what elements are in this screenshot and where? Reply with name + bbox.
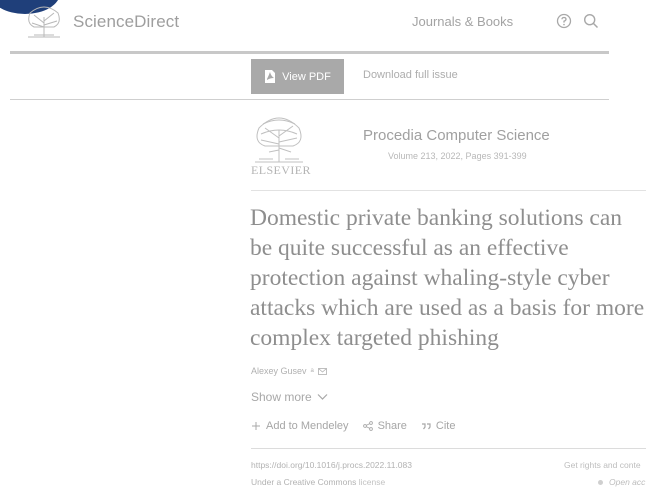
cite-button[interactable]: Cite [421,420,456,432]
brand-name[interactable]: ScienceDirect [73,12,179,32]
article-title: Domestic private banking solutions can b… [250,205,645,351]
show-more-label: Show more [251,390,312,404]
author-affiliation-mark: a [310,368,314,374]
get-rights-link[interactable]: Get rights and conte [564,460,641,470]
elsevier-wordmark: ELSEVIER [251,163,311,177]
journal-volume-info[interactable]: Volume 213, 2022, Pages 391-399 [388,151,527,161]
quote-icon [421,423,431,430]
license-info: Under a Creative Commons license [251,477,385,487]
chevron-down-icon [317,394,328,400]
search-icon[interactable] [583,13,599,29]
journal-divider [251,190,646,191]
nav-journals-books[interactable]: Journals & Books [412,14,513,29]
mail-icon[interactable] [317,367,327,375]
pdf-icon [265,70,276,83]
add-to-mendeley-label: Add to Mendeley [266,420,349,432]
help-icon[interactable] [556,13,572,29]
share-label: Share [377,420,407,432]
open-access-dot-icon [598,480,603,486]
author-entry[interactable]: Alexey Gusev a [251,366,327,376]
author-name: Alexey Gusev [251,366,307,376]
share-icon [362,421,373,431]
toolbar-divider [10,99,609,100]
share-button[interactable]: Share [362,420,407,432]
creative-commons-link[interactable]: Under a Creative Commons [251,477,356,487]
meta-divider [251,448,646,449]
header-divider [10,51,609,54]
view-pdf-button[interactable]: View PDF [251,59,344,94]
elsevier-tree-image[interactable] [251,108,307,164]
doi-link[interactable]: https://doi.org/10.1016/j.procs.2022.11.… [251,460,412,470]
add-to-mendeley-button[interactable]: Add to Mendeley [251,420,349,432]
article-actions: Add to Mendeley Share Cite [251,420,455,432]
plus-icon [252,422,260,430]
cite-label: Cite [435,420,456,432]
open-access-badge: Open acc [598,477,645,487]
elsevier-tree-logo[interactable] [24,3,64,39]
license-suffix: license [358,477,386,487]
view-pdf-label: View PDF [282,70,331,83]
show-more-toggle[interactable]: Show more [251,390,328,404]
journal-title-link[interactable]: Procedia Computer Science [363,127,550,144]
open-access-label: Open acc [609,477,646,487]
download-full-issue-link[interactable]: Download full issue [363,69,458,81]
